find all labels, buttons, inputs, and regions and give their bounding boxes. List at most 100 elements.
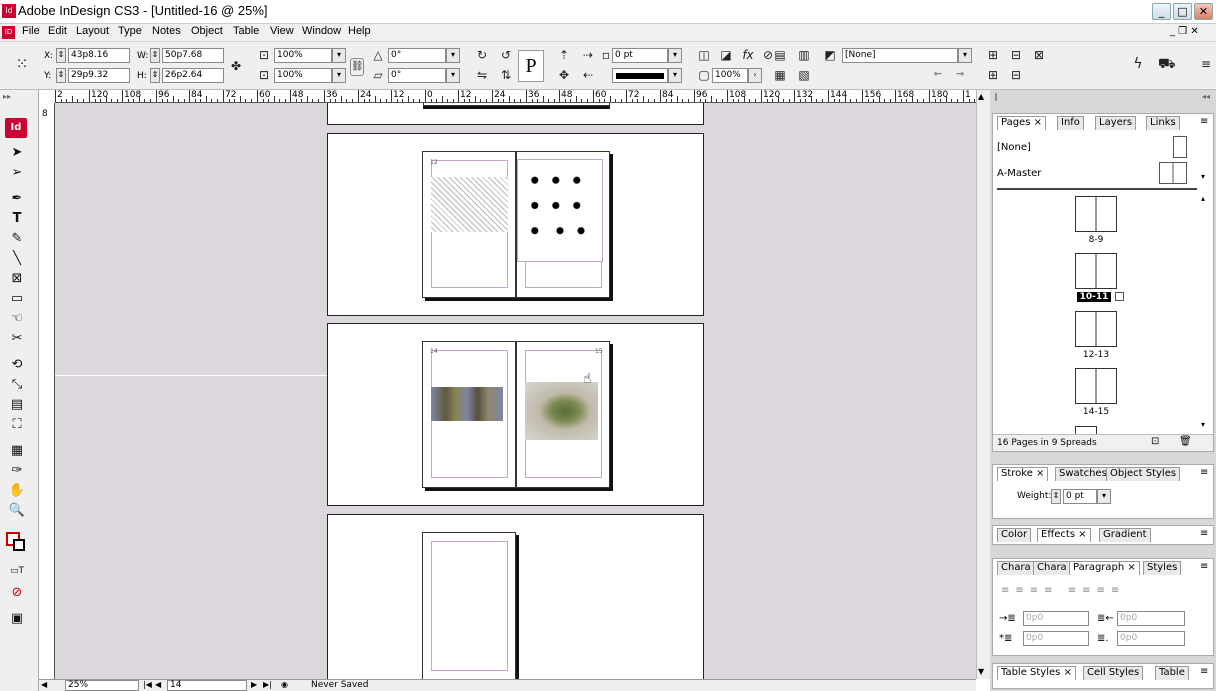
page-14[interactable]: 14 [422,341,516,488]
stroke-type-dropdown[interactable]: ▾ [668,68,682,83]
spread-thumb-10-11[interactable] [1075,253,1117,289]
menu-table[interactable]: Table [233,25,259,37]
page-15[interactable]: 15 ☝ [516,341,610,488]
center-content-icon[interactable]: ⊠ [1031,47,1047,63]
page-field[interactable]: 14 [167,680,247,691]
spread-12-13[interactable]: 12 13 [327,133,704,316]
hand-tool-icon[interactable]: ✋ [7,482,27,500]
tab-pages[interactable]: Pages × [997,116,1046,130]
selection-tool-icon[interactable]: ➤ [7,144,27,162]
pen-tool-icon[interactable]: ✒ [7,190,27,208]
stroke-panel-menu-icon[interactable]: ≡ [1200,467,1208,478]
scissors-tool-icon[interactable]: ✂ [7,330,27,348]
align-buttons-icon[interactable]: ≡≡≡≡ ≡≡≡≡ [1001,585,1125,596]
tab-character[interactable]: Chara [997,561,1035,575]
minimize-button[interactable]: _ [1152,3,1171,20]
text-wrap-bbox-icon[interactable]: ▥ [796,47,812,63]
pages-scroll-up-icon[interactable]: ▴ [1201,194,1205,203]
weight-stepper[interactable]: ⇕ [1051,489,1061,504]
drop-shadow-icon[interactable]: ◫ [696,47,712,63]
opacity-field[interactable]: 100% [712,68,748,83]
select-content-icon[interactable]: ✥ [556,67,572,83]
shear-field[interactable]: 0° [388,68,446,83]
spread-thumb-8-9[interactable] [1075,196,1117,232]
rectangle-frame-tool-icon[interactable]: ⊠ [7,270,27,288]
p-reference-icon[interactable]: P [518,50,544,82]
weight-field[interactable]: 0 pt [1063,489,1097,504]
type-tool-icon[interactable]: T [7,210,27,228]
first-page-icon[interactable]: |◀ [143,680,152,689]
direct-selection-tool-icon[interactable]: ➢ [7,164,27,182]
w-stepper[interactable]: ⇕ [150,48,160,63]
shadow-toggle-icon[interactable]: ◪ [718,47,734,63]
bridge-icon[interactable]: ⛟ [1158,56,1176,72]
eyedropper-tool-icon[interactable]: ✑ [7,462,27,480]
shear-dropdown[interactable]: ▾ [446,68,460,83]
master-a-thumb[interactable] [1159,162,1187,184]
tab-stroke[interactable]: Stroke × [997,467,1049,481]
table-panel-menu-icon[interactable]: ≡ [1200,666,1208,677]
dock-collapse-icon[interactable]: ∥ [994,92,998,101]
fit-content-frame-icon[interactable]: ⊞ [985,47,1001,63]
preflight-icon[interactable]: ◉ [281,680,288,689]
fit-proportionally-icon[interactable]: ⊞ [985,67,1001,83]
y-field[interactable]: 29p9.32 [68,68,130,83]
next-page-icon[interactable]: ▶ [251,680,257,689]
rotate-field[interactable]: 0° [388,48,446,63]
rotate-cw-icon[interactable]: ↻ [474,47,490,63]
gradient-tool-icon[interactable]: ▤ [7,396,27,414]
pencil-tool-icon[interactable]: ✎ [7,230,27,248]
close-button[interactable]: ✕ [1194,3,1213,20]
clear-overrides-icon[interactable]: ⇽ [930,67,946,83]
scroll-up-icon[interactable]: ▲ [978,92,984,101]
master-a[interactable]: A-Master [997,168,1041,179]
menu-window[interactable]: Window [302,25,341,37]
menu-type[interactable]: Type [118,25,142,37]
zoom-menu-icon[interactable]: ◀ [41,680,47,689]
dock-expand-icon[interactable]: ◂◂ [1202,92,1210,101]
scale-tool-icon[interactable]: ⤡ [7,376,27,394]
tab-table-styles[interactable]: Table Styles × [997,666,1076,680]
mech-image[interactable] [525,382,598,440]
lightning-icon[interactable]: ϟ [1130,56,1146,72]
page-12[interactable]: 12 [422,151,516,298]
doc-window-controls[interactable]: _ ❐ ✕ [1170,26,1199,37]
rotate-dropdown[interactable]: ▾ [446,48,460,63]
menu-layout[interactable]: Layout [76,25,109,37]
line-tool-icon[interactable]: ╲ [7,250,27,268]
apply-style-icon[interactable]: ⇾ [952,67,968,83]
tab-gradient[interactable]: Gradient [1099,528,1151,542]
menu-view[interactable]: View [270,25,294,37]
sketch-image[interactable] [431,177,508,232]
pasteboard[interactable]: 12 13 14 15 ☝ [55,103,976,679]
tab-paragraph-styles[interactable]: Styles [1143,561,1182,575]
reference-point-icon[interactable]: ⁙ [14,56,30,72]
opacity-dropdown[interactable]: › [748,68,762,83]
menu-object[interactable]: Object [191,25,223,37]
silhouette-image[interactable] [517,159,603,262]
scale-y-field[interactable]: 100% [274,68,332,83]
constrain-proportions-icon[interactable]: ⛓ [350,58,364,76]
spread-thumb-12-13[interactable] [1075,311,1117,347]
tab-character-styles[interactable]: Chara [1033,561,1071,575]
h-stepper[interactable]: ⇕ [150,68,160,83]
color-panel-menu-icon[interactable]: ≡ [1200,528,1208,539]
tab-object-styles[interactable]: Object Styles [1106,467,1181,481]
master-none-thumb[interactable] [1173,136,1187,158]
tab-cell-styles[interactable]: Cell Styles [1083,666,1144,680]
right-indent-field[interactable]: 0p0 [1117,611,1185,626]
flip-v-icon[interactable]: ⇅ [498,67,514,83]
note-tool-icon[interactable]: ▦ [7,442,27,460]
tools-collapse-icon[interactable]: ▸▸ [3,92,11,101]
object-style-field[interactable]: [None] [842,48,958,63]
spread-16[interactable] [327,514,704,679]
tab-effects[interactable]: Effects × [1037,528,1091,542]
spread-thumb-16[interactable] [1075,426,1097,434]
select-prev-icon[interactable]: ⇠ [580,67,596,83]
masters-scroll-icon[interactable]: ▾ [1201,172,1205,181]
robots-image[interactable] [431,387,503,421]
ruler-guide[interactable] [55,375,327,376]
left-indent-field[interactable]: 0p0 [1023,611,1089,626]
button-tool-icon[interactable]: ☜ [7,310,27,328]
formatting-affects-container-icon[interactable]: ▭T [7,562,27,580]
